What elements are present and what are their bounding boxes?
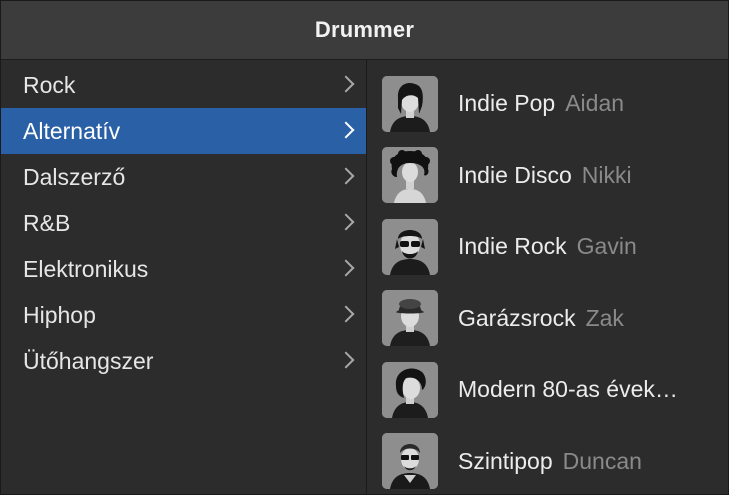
chevron-right-icon [337, 305, 355, 323]
drummer-item-nikki[interactable]: Indie Disco Nikki [367, 140, 728, 212]
genre-item-hiphop[interactable]: Hiphop [1, 292, 366, 338]
genre-item-alternativ[interactable]: Alternatív [1, 108, 366, 154]
genre-label: Rock [23, 71, 76, 98]
drummer-name: Aidan [565, 90, 625, 117]
drummer-label: Indie Pop Aidan [458, 90, 624, 117]
drummer-zak-avatar-icon [382, 290, 438, 347]
drummer-window: Drummer Rock Alternatív Dalszerző R&B El… [0, 0, 729, 495]
drummer-name: Gavin [576, 233, 637, 260]
title-bar: Drummer [1, 1, 728, 60]
genre-item-elektronikus[interactable]: Elektronikus [1, 246, 366, 292]
drummer-genre: Indie Disco [458, 161, 572, 188]
genre-item-utohangszer[interactable]: Ütőhangszer [1, 338, 366, 384]
drummer-label: Garázsrock Zak [458, 305, 624, 332]
drummer-label: Indie Rock Gavin [458, 233, 637, 260]
genre-label: R&B [23, 209, 71, 236]
genre-list: Rock Alternatív Dalszerző R&B Elektronik… [1, 60, 366, 384]
genre-label: Alternatív [23, 117, 121, 144]
drummer-item-modern-80s[interactable]: Modern 80-as évek… [367, 354, 728, 426]
genre-item-rock[interactable]: Rock [1, 62, 366, 108]
drummer-gavin-avatar-icon [382, 218, 438, 275]
drummer-genre: Indie Rock [458, 233, 567, 260]
chevron-right-icon [337, 75, 355, 93]
genre-label: Elektronikus [23, 255, 149, 282]
drummer-genre: Szintipop [458, 447, 553, 474]
window-title: Drummer [314, 17, 415, 42]
drummer-name: Zak [585, 304, 624, 331]
chevron-right-icon [337, 351, 355, 369]
drummer-name: Duncan [562, 447, 642, 474]
chevron-right-icon [337, 167, 355, 185]
drummer-genre: Modern 80-as évek… [458, 376, 678, 403]
genre-pane: Rock Alternatív Dalszerző R&B Elektronik… [1, 60, 366, 494]
drummer-duncan-avatar-icon [382, 433, 438, 490]
drummer-item-gavin[interactable]: Indie Rock Gavin [367, 211, 728, 283]
drummer-label: Indie Disco Nikki [458, 162, 632, 189]
drummer-nikki-avatar-icon [382, 147, 438, 204]
drummer-list: Indie Pop Aidan Indie Disco Nikki Indie … [367, 60, 728, 495]
drummer-item-zak[interactable]: Garázsrock Zak [367, 283, 728, 355]
drummer-pane: Indie Pop Aidan Indie Disco Nikki Indie … [367, 60, 728, 495]
drummer-item-duncan[interactable]: Szintipop Duncan [367, 426, 728, 495]
genre-label: Dalszerző [23, 163, 126, 190]
chevron-right-icon [337, 121, 355, 139]
drummer-label: Modern 80-as évek… [458, 376, 688, 403]
drummer-label: Szintipop Duncan [458, 448, 642, 475]
drummer-genre: Garázsrock [458, 304, 576, 331]
drummer-name: Nikki [581, 161, 632, 188]
drummer-modern-80s-avatar-icon [382, 361, 438, 418]
chevron-right-icon [337, 213, 355, 231]
genre-label: Ütőhangszer [23, 347, 154, 374]
drummer-aidan-avatar-icon [382, 75, 438, 132]
drummer-genre: Indie Pop [458, 90, 556, 117]
genre-label: Hiphop [23, 301, 96, 328]
drummer-item-aidan[interactable]: Indie Pop Aidan [367, 68, 728, 140]
genre-item-rnb[interactable]: R&B [1, 200, 366, 246]
chevron-right-icon [337, 259, 355, 277]
genre-item-dalszerzo[interactable]: Dalszerző [1, 154, 366, 200]
